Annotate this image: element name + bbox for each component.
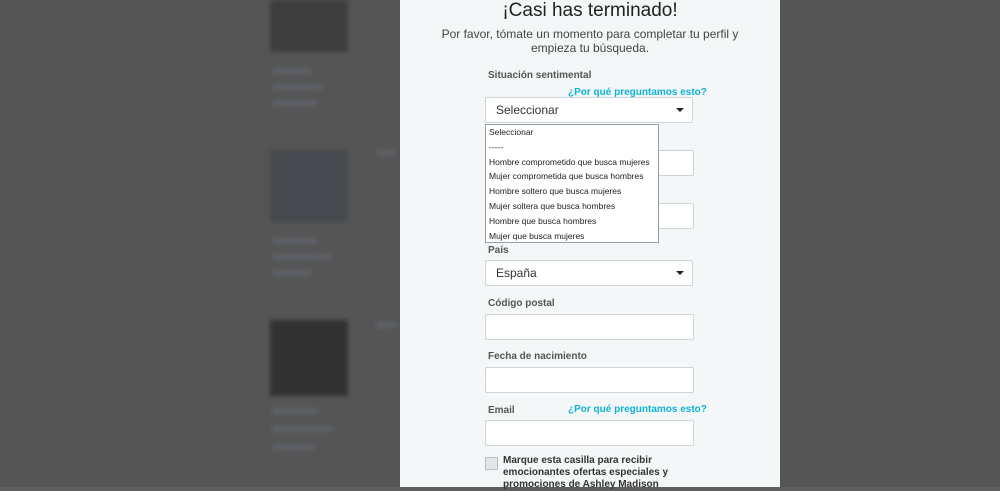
email-label: Email xyxy=(488,405,515,416)
birthdate-input[interactable] xyxy=(485,367,694,393)
caret-down-icon xyxy=(676,271,684,275)
postal-code-input[interactable] xyxy=(485,314,694,340)
dropdown-option[interactable]: Mujer soltera que busca hombres xyxy=(486,199,658,214)
modal-title: ¡Casi has terminado! xyxy=(502,0,678,21)
relationship-select[interactable]: Seleccionar xyxy=(485,97,693,123)
dropdown-option[interactable]: Hombre soltero que busca mujeres xyxy=(486,184,658,199)
profile-completion-modal: ¡Casi has terminado! Por favor, tómate u… xyxy=(400,0,780,490)
country-select[interactable]: España xyxy=(485,260,693,286)
dropdown-option[interactable]: Mujer que busca mujeres xyxy=(486,229,658,244)
dropdown-option[interactable]: Hombre comprometido que busca mujeres xyxy=(486,155,658,170)
postal-code-label: Código postal xyxy=(488,298,555,309)
why-we-ask-link[interactable]: ¿Por qué preguntamos esto? xyxy=(568,404,707,415)
country-select-value: España xyxy=(496,266,537,280)
offers-checkbox[interactable] xyxy=(485,457,498,470)
dropdown-option[interactable]: Hombre que busca hombres xyxy=(486,214,658,229)
country-label: País xyxy=(488,245,509,256)
modal-subtitle: Por favor, tómate un momento para comple… xyxy=(441,27,739,55)
offers-checkbox-label[interactable]: Marque esta casilla para recibir emocion… xyxy=(503,455,673,491)
caret-down-icon xyxy=(676,108,684,112)
dropdown-option[interactable]: Mujer comprometida que busca hombres xyxy=(486,169,658,184)
dropdown-option[interactable]: Seleccionar xyxy=(486,125,658,140)
relationship-select-value: Seleccionar xyxy=(496,103,559,117)
birthdate-label: Fecha de nacimiento xyxy=(488,351,587,362)
relationship-dropdown-list: Seleccionar ----- Hombre comprometido qu… xyxy=(485,124,659,243)
relationship-label: Situación sentimental xyxy=(488,70,592,81)
dropdown-option[interactable]: ----- xyxy=(486,140,658,155)
email-input[interactable] xyxy=(485,420,694,446)
